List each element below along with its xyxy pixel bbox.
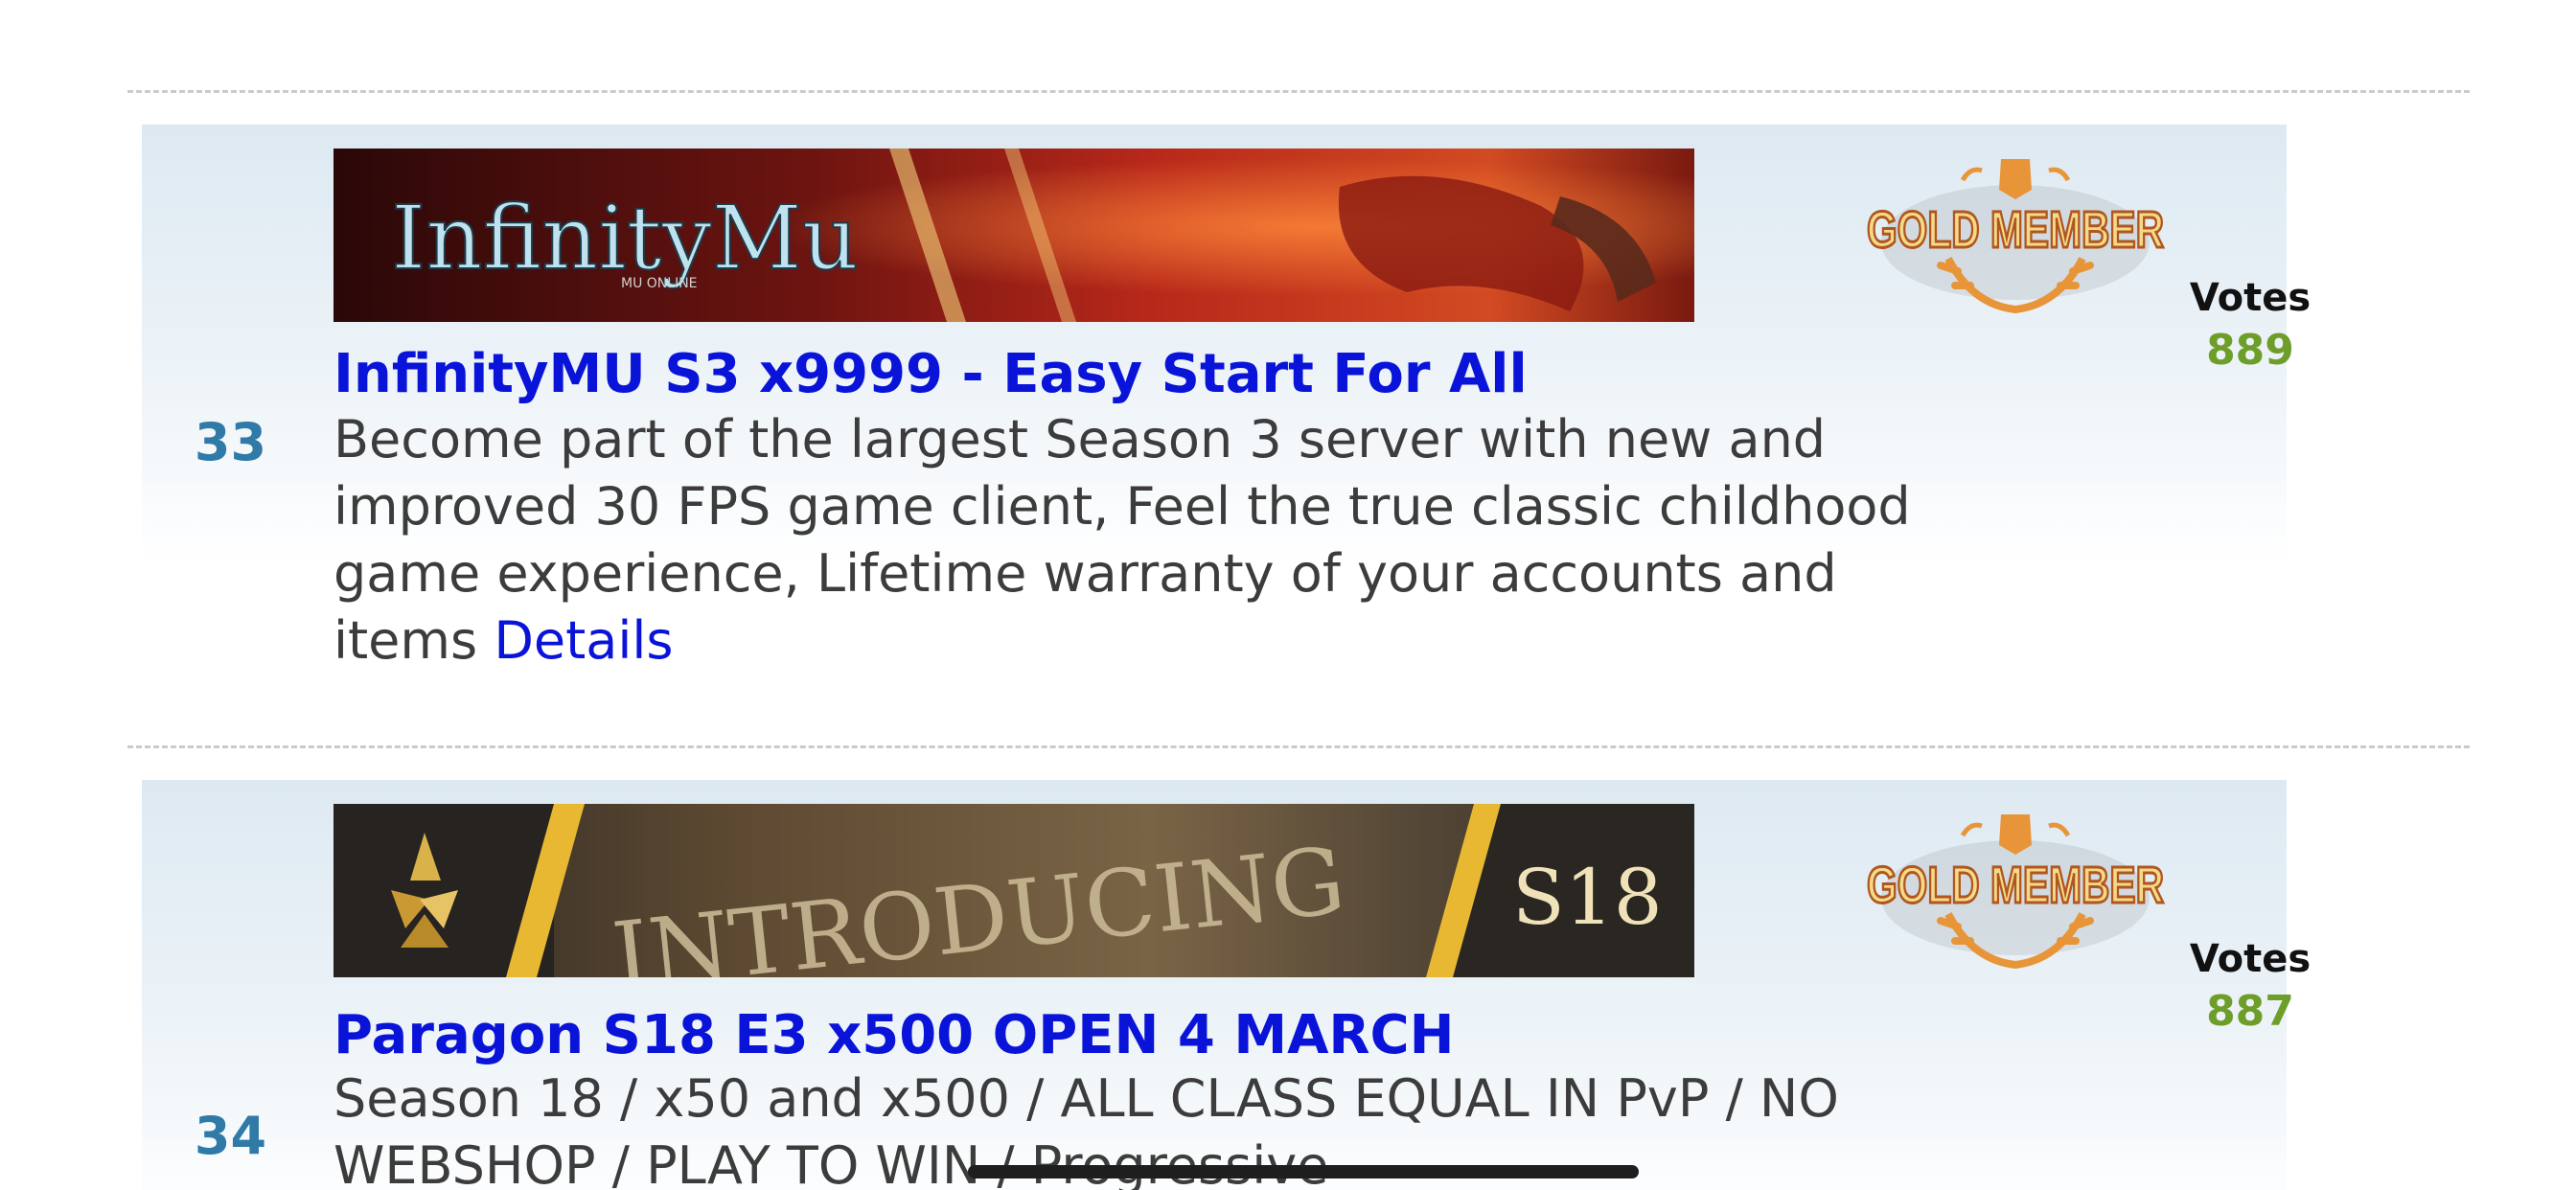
server-title-link[interactable]: InfinityMU S3 x9999 - Easy Start For All: [334, 343, 1528, 405]
votes-label: Votes: [2189, 276, 2312, 320]
server-banner[interactable]: INTRODUCING S18: [334, 804, 1694, 977]
row-divider: [127, 745, 2470, 748]
votes-count: 887: [2206, 987, 2294, 1036]
gold-member-badge: GOLD MEMBER: [1866, 814, 2166, 970]
gold-member-badge: GOLD MEMBER: [1866, 159, 2166, 314]
server-list: 33 InfinityMu MU ONLINE InfinityMU S3 x9…: [0, 0, 2576, 1190]
server-title-link[interactable]: Paragon S18 E3 x500 OPEN 4 MARCH: [334, 1004, 1455, 1066]
server-entry: 33 InfinityMu MU ONLINE InfinityMU S3 x9…: [142, 125, 2311, 699]
details-link[interactable]: Details: [494, 610, 673, 671]
votes-count: 889: [2206, 326, 2294, 375]
server-banner[interactable]: InfinityMu MU ONLINE: [334, 149, 1694, 322]
scroll-indicator[interactable]: [968, 1165, 1639, 1179]
server-description: Become part of the largest Season 3 serv…: [334, 406, 1924, 675]
banner-tag-text: S18: [1512, 853, 1663, 942]
server-entry: 34 INTRODUCING S18 Paragon S18 E3 x500 O…: [142, 780, 2311, 1190]
badge-label: GOLD MEMBER: [1867, 857, 2164, 914]
badge-label: GOLD MEMBER: [1867, 201, 2164, 259]
row-divider: [127, 90, 2470, 93]
rank-number: 34: [194, 1106, 267, 1166]
banner-logo-subtext: MU ONLINE: [621, 276, 698, 291]
rank-number: 33: [194, 412, 267, 472]
banner-logo-text: InfinityMu: [391, 187, 859, 289]
votes-label: Votes: [2189, 937, 2312, 981]
